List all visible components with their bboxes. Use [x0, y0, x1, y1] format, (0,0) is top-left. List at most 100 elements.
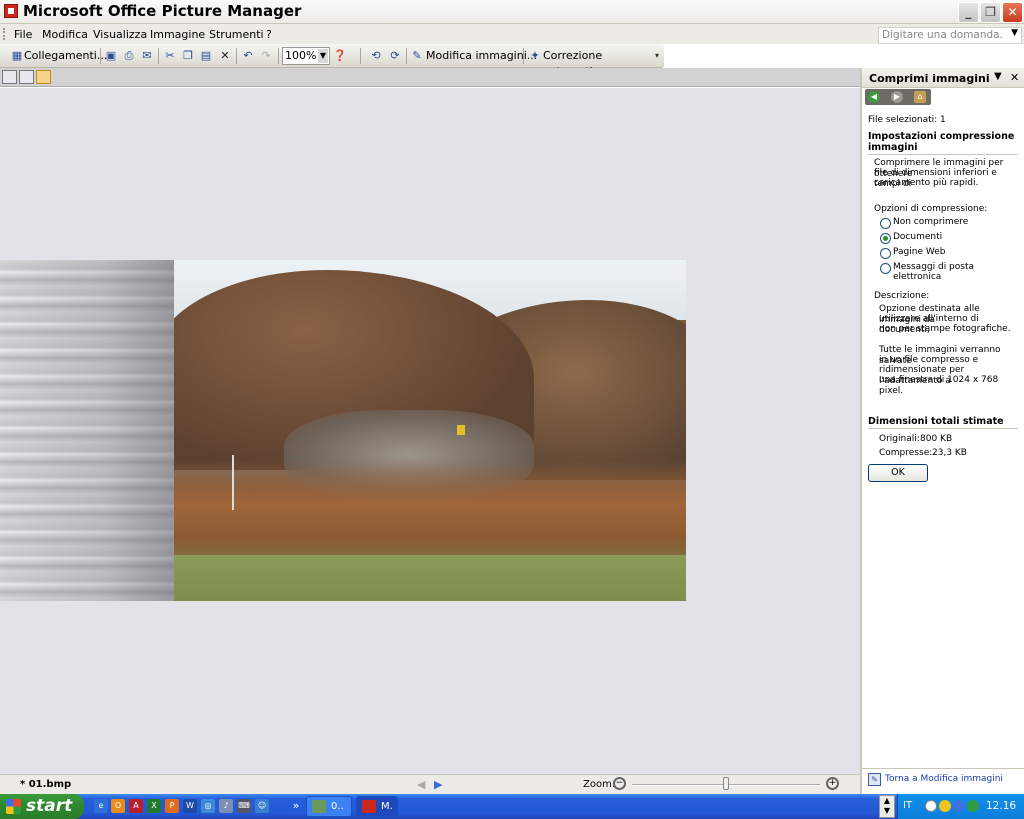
zoom-slider-thumb[interactable] — [723, 777, 729, 790]
title-bar: Microsoft Office Picture Manager _ ❐ ✕ — [0, 0, 1024, 24]
previous-picture-icon[interactable]: ◀ — [417, 778, 425, 791]
back-to-edit-link[interactable]: Torna a Modifica immagini — [885, 774, 1003, 784]
language-indicator[interactable]: IT — [903, 800, 912, 811]
menu-strumenti[interactable]: Strumenti — [209, 28, 264, 41]
save-icon[interactable]: ▣ — [104, 49, 118, 63]
back-icon[interactable]: ◀ — [868, 91, 880, 103]
radio-label-messaggi-posta[interactable]: Messaggi di posta elettronica — [893, 262, 1024, 282]
landscape-photo[interactable] — [174, 260, 686, 601]
thumbnail-view-icon[interactable] — [2, 70, 17, 84]
ask-question-box[interactable]: Digitare una domanda. ▼ — [878, 27, 1022, 44]
menubar-grip[interactable] — [3, 28, 6, 40]
menu-modifica[interactable]: Modifica — [42, 28, 88, 41]
messenger-icon[interactable]: ☺ — [255, 799, 269, 813]
zoom-dropdown-arrow-icon[interactable]: ▼ — [318, 49, 328, 63]
paste-icon[interactable]: ▤ — [199, 49, 213, 63]
restore-button[interactable]: ❐ — [980, 2, 1001, 23]
original-size-value: 800 KB — [920, 434, 953, 444]
zoom-in-icon[interactable]: + — [826, 777, 839, 790]
task-pane-title: Comprimi immagini — [869, 72, 990, 85]
forward-icon[interactable]: ▶ — [891, 91, 903, 103]
auto-correct-button[interactable]: Correzione automatica — [543, 48, 664, 78]
close-button[interactable]: ✕ — [1002, 2, 1023, 23]
ok-button[interactable]: OK — [868, 464, 928, 482]
edit-images-button[interactable]: Modifica immagini... — [426, 48, 537, 64]
media-icon[interactable]: ♪ — [219, 799, 233, 813]
single-picture-view-icon[interactable] — [36, 70, 51, 84]
status-bar: * 01.bmp ◀ ▶ Zoom: − + — [0, 774, 860, 794]
start-button[interactable]: start — [0, 794, 84, 819]
shortcuts-button[interactable]: Collegamenti... — [24, 48, 107, 64]
outlook-icon[interactable]: O — [111, 799, 125, 813]
delete-icon[interactable]: ✕ — [218, 49, 232, 63]
auto-correct-icon[interactable]: ✦ — [528, 49, 542, 63]
tray-app-icon[interactable] — [939, 800, 951, 812]
divider — [868, 154, 1018, 155]
zoom-out-icon[interactable]: − — [613, 777, 626, 790]
tray-expand-icon[interactable] — [925, 800, 937, 812]
help-icon[interactable]: ❓ — [333, 49, 347, 63]
radio-messaggi-posta[interactable] — [880, 263, 891, 274]
menu-file[interactable]: File — [14, 28, 32, 41]
access-icon[interactable]: A — [129, 799, 143, 813]
network-icon[interactable] — [953, 800, 965, 812]
minimize-button[interactable]: _ — [958, 2, 979, 23]
undo-icon[interactable]: ↶ — [241, 49, 255, 63]
quicklaunch-chevron-icon[interactable]: » — [289, 799, 303, 813]
toolbar-options-chevron-icon[interactable]: ▾ — [650, 49, 664, 63]
menu-visualizza[interactable]: Visualizza — [93, 28, 147, 41]
redo-icon[interactable]: ↷ — [259, 49, 273, 63]
radio-label-documenti[interactable]: Documenti — [893, 232, 942, 242]
compression-options-label: Opzioni di compressione: — [874, 204, 988, 214]
copy-icon[interactable]: ❐ — [181, 49, 195, 63]
description-label: Descrizione: — [874, 291, 930, 301]
rotate-left-icon[interactable]: ⟲ — [369, 49, 383, 63]
task-pane-footer: ✎ Torna a Modifica immagini — [862, 768, 1024, 792]
menu-help[interactable]: ? — [266, 28, 272, 41]
radio-documenti[interactable] — [880, 233, 891, 244]
start-label: start — [26, 796, 73, 816]
rotate-right-icon[interactable]: ⟳ — [388, 49, 402, 63]
browser-icon[interactable]: ◎ — [201, 799, 215, 813]
excel-icon[interactable]: X — [147, 799, 161, 813]
edit-pictures-link-icon[interactable]: ✎ — [868, 773, 881, 786]
task-pane: Comprimi immagini ▼ ✕ ◀ ▶ ⌂ File selezio… — [860, 68, 1024, 794]
task-1-label: 0.. — [331, 801, 344, 812]
picture-manager-app-icon[interactable] — [4, 4, 18, 18]
clock: 12.16 — [986, 800, 1017, 812]
taskbar-scroll-arrows[interactable]: ▲ ▼ — [879, 795, 895, 818]
taskbar-task-2[interactable]: M. — [356, 796, 398, 817]
word-icon[interactable]: W — [183, 799, 197, 813]
rendering-artifact — [0, 260, 174, 601]
toolbar-separator — [236, 48, 237, 64]
home-icon[interactable]: ⌂ — [914, 91, 926, 103]
ask-question-placeholder: Digitare una domanda. — [882, 29, 1003, 41]
task-pane-nav: ◀ ▶ ⌂ — [865, 89, 931, 105]
system-tray: IT 12.16 — [897, 794, 1024, 819]
edit-images-icon[interactable]: ✎ — [410, 49, 424, 63]
internet-explorer-icon[interactable]: e — [94, 799, 108, 813]
picture-canvas — [0, 88, 860, 774]
compression-settings-heading: Impostazioni compressione immagini — [868, 131, 1015, 153]
powerpoint-icon[interactable]: P — [165, 799, 179, 813]
task-pane-menu-arrow-icon[interactable]: ▼ — [994, 71, 1002, 82]
radio-pagine-web[interactable] — [880, 248, 891, 259]
radio-non-comprimere[interactable] — [880, 218, 891, 229]
radio-label-pagine-web[interactable]: Pagine Web — [893, 247, 945, 257]
ask-dropdown-arrow-icon[interactable]: ▼ — [1011, 28, 1018, 38]
email-icon[interactable]: ✉ — [140, 49, 154, 63]
menu-bar: File Modifica Visualizza Immagine Strume… — [0, 24, 1024, 44]
shortcuts-icon[interactable]: ▦ — [10, 49, 24, 63]
security-icon[interactable] — [967, 800, 979, 812]
next-picture-icon[interactable]: ▶ — [434, 778, 442, 791]
radio-label-non-comprimere[interactable]: Non comprimere — [893, 217, 968, 227]
cut-icon[interactable]: ✂ — [163, 49, 177, 63]
intro-line-3: caricamento più rapidi. — [874, 178, 979, 188]
filmstrip-view-icon[interactable] — [19, 70, 34, 84]
keyboard-icon[interactable]: ⌨ — [237, 799, 251, 813]
print-icon[interactable]: ⎙ — [122, 49, 136, 63]
zoom-combo[interactable]: 100% ▼ — [282, 47, 330, 65]
task-pane-close-icon[interactable]: ✕ — [1010, 71, 1019, 84]
menu-immagine[interactable]: Immagine — [150, 28, 205, 41]
taskbar-task-1[interactable]: 0.. — [306, 796, 352, 817]
